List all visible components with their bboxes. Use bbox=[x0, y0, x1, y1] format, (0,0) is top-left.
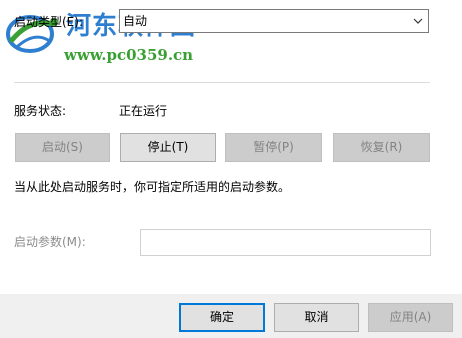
service-status-value: 正在运行 bbox=[119, 104, 168, 118]
pause-button[interactable]: 暂停(P) bbox=[225, 133, 322, 162]
startup-type-value: 自动 bbox=[123, 14, 148, 28]
start-params-hint: 当从此处启动服务时，你可指定所适用的启动参数。 bbox=[14, 180, 291, 194]
chevron-down-icon bbox=[413, 18, 423, 24]
startup-type-select[interactable]: 自动 bbox=[119, 9, 429, 33]
watermark-url: www.pc0359.cn bbox=[64, 46, 194, 64]
resume-button[interactable]: 恢复(R) bbox=[333, 133, 430, 162]
start-params-label: 启动参数(M): bbox=[14, 235, 86, 249]
separator bbox=[14, 82, 430, 83]
service-status-label: 服务状态: bbox=[14, 104, 67, 118]
apply-button[interactable]: 应用(A) bbox=[368, 303, 453, 332]
start-button[interactable]: 启动(S) bbox=[15, 133, 110, 162]
stop-button[interactable]: 停止(T) bbox=[120, 133, 216, 162]
cancel-button[interactable]: 取消 bbox=[274, 303, 359, 332]
start-params-input[interactable] bbox=[140, 229, 431, 256]
startup-type-label: 启动类型(E): bbox=[14, 15, 83, 29]
ok-button[interactable]: 确定 bbox=[179, 303, 265, 332]
